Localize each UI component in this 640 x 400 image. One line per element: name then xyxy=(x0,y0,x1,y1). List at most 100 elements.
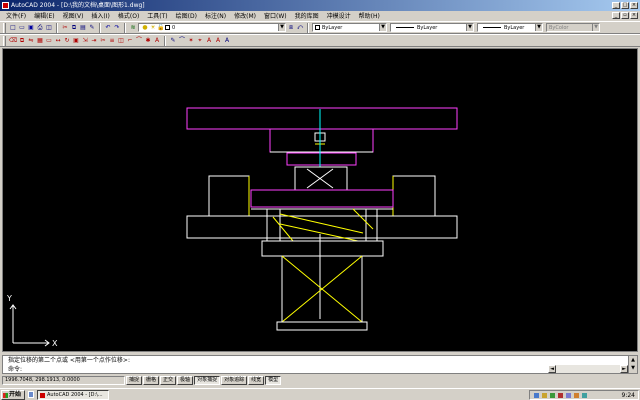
menu-draw[interactable]: 绘图(D) xyxy=(172,12,201,21)
paste-icon[interactable]: ▤ xyxy=(79,23,87,32)
new-icon[interactable]: □ xyxy=(9,23,17,32)
grid-toggle[interactable]: 栅格 xyxy=(143,376,160,385)
center-mark-icon[interactable]: ⌖ xyxy=(196,36,204,45)
menu-view[interactable]: 视图(V) xyxy=(59,12,88,21)
print-icon[interactable]: ⎙ xyxy=(36,23,44,32)
quick-launch-icon[interactable] xyxy=(28,391,34,398)
toolbar-grip[interactable] xyxy=(3,22,6,33)
mtext-icon[interactable]: A xyxy=(214,36,222,45)
menu-window[interactable]: 窗口(W) xyxy=(260,12,291,21)
undo-icon[interactable]: ↶ xyxy=(104,23,112,32)
tray-misc-icon[interactable] xyxy=(574,393,579,398)
tray-messenger-icon[interactable] xyxy=(582,393,587,398)
fillet-icon[interactable]: ⌒ xyxy=(135,36,143,45)
color-dropdown[interactable]: ByLayer ▼ xyxy=(312,23,387,32)
osnap-toggle[interactable]: 对象捕捉 xyxy=(194,376,221,385)
doc-restore-button[interactable]: ▫ xyxy=(621,12,629,19)
erase-icon[interactable]: ⌫ xyxy=(9,36,17,45)
make-layer-current-icon[interactable]: ⧈ xyxy=(287,23,295,32)
match-properties-icon[interactable]: ✎ xyxy=(88,23,96,32)
minimize-button[interactable]: _ xyxy=(612,2,620,9)
move-icon[interactable]: ↔ xyxy=(54,36,62,45)
command-scrollbar[interactable]: ▲ ▼ xyxy=(628,356,637,373)
menu-insert[interactable]: 插入(I) xyxy=(87,12,113,21)
taskbar-clock[interactable]: 9:24 xyxy=(622,391,635,400)
doc-close-button[interactable]: × xyxy=(630,12,638,19)
maximize-button[interactable]: □ xyxy=(621,2,629,9)
lineweight-toggle[interactable]: 线宽 xyxy=(248,376,265,385)
layer-dropdown-arrow[interactable]: ▼ xyxy=(278,24,285,31)
open-folder-icon[interactable]: ▭ xyxy=(18,23,26,32)
model-toggle[interactable]: 模型 xyxy=(265,376,282,385)
command-prompt[interactable]: 命令: xyxy=(8,366,22,374)
menu-modify[interactable]: 修改(M) xyxy=(230,12,260,21)
tray-volume-icon[interactable] xyxy=(542,393,547,398)
drawing-hscroll[interactable]: ◄ ► xyxy=(548,365,628,373)
copy-object-icon[interactable]: ⧉ xyxy=(18,36,26,45)
join-icon[interactable]: ◫ xyxy=(117,36,125,45)
command-window[interactable]: 指定位移的第二个点或 <用第一个点作位移>: 命令: ▲ ▼ xyxy=(2,355,638,374)
toolbar-separator xyxy=(164,35,166,46)
toolbar-grip[interactable] xyxy=(3,35,6,46)
layer-manager-icon[interactable]: ≋ xyxy=(129,23,137,32)
menu-file[interactable]: 文件(F) xyxy=(2,12,30,21)
linetype-dropdown[interactable]: ByLayer ▼ xyxy=(390,23,474,32)
copy-icon[interactable]: ⧉ xyxy=(70,23,78,32)
close-button[interactable]: × xyxy=(630,2,638,9)
edit-text-icon[interactable]: ✎ xyxy=(169,36,177,45)
preview-icon[interactable]: ◫ xyxy=(45,23,53,32)
text-icon[interactable]: A xyxy=(153,36,161,45)
drawing-canvas[interactable]: Y X xyxy=(2,48,638,352)
layer-previous-icon[interactable]: ⤺ xyxy=(296,23,304,32)
text-format-icon[interactable]: A xyxy=(223,36,231,45)
trim-icon[interactable]: ✂ xyxy=(99,36,107,45)
explode-dim-icon[interactable]: ✶ xyxy=(187,36,195,45)
chamfer-icon[interactable]: ⌐ xyxy=(126,36,134,45)
tray-app-icon[interactable] xyxy=(550,393,555,398)
taskbar-autocad-button[interactable]: AutoCAD 2004 - [D:\... xyxy=(37,390,109,400)
plotstyle-dropdown[interactable]: ByColor ▼ xyxy=(546,23,600,32)
break-icon[interactable]: ≡ xyxy=(108,36,116,45)
menu-my-library[interactable]: 我的库图 xyxy=(291,12,323,21)
rotate-icon[interactable]: ↻ xyxy=(63,36,71,45)
start-button[interactable]: 开始 xyxy=(1,390,25,400)
autocad-app-icon[interactable] xyxy=(2,2,9,9)
scroll-track[interactable] xyxy=(556,365,620,373)
lineweight-dropdown[interactable]: ByLayer ▼ xyxy=(477,23,543,32)
save-icon[interactable]: ▣ xyxy=(27,23,35,32)
menu-help[interactable]: 帮助(H) xyxy=(355,12,384,21)
menu-dimension[interactable]: 标注(N) xyxy=(201,12,230,21)
array-icon[interactable]: ▭ xyxy=(45,36,53,45)
menu-die-design[interactable]: 冲模设计 xyxy=(323,12,355,21)
arc-dim-icon[interactable]: ⌒ xyxy=(178,36,186,45)
snap-toggle[interactable]: 捕捉 xyxy=(126,376,143,385)
menu-edit[interactable]: 编辑(E) xyxy=(30,12,58,21)
layer-dropdown[interactable]: ● ☀ 🔓 0 ▼ xyxy=(138,23,286,32)
stretch-icon[interactable]: ⇲ xyxy=(81,36,89,45)
menu-tools[interactable]: 工具(T) xyxy=(143,12,171,21)
extend-icon[interactable]: ⇥ xyxy=(90,36,98,45)
coordinate-readout[interactable]: 1996.7048, 298.1913, 0.0000 xyxy=(2,376,125,385)
scale-icon[interactable]: ▣ xyxy=(72,36,80,45)
mirror-icon[interactable]: ⇋ xyxy=(27,36,35,45)
tray-security-icon[interactable] xyxy=(558,393,563,398)
cut-icon[interactable]: ✂ xyxy=(61,23,69,32)
doc-minimize-button[interactable]: _ xyxy=(612,12,620,19)
standard-toolbar: □ ▭ ▣ ⎙ ◫ ✂ ⧉ ▤ ✎ ↶ ↷ ≋ ● ☀ 🔓 0 ▼ ⧈ ⤺ By… xyxy=(0,21,640,34)
plotstyle-dropdown-arrow[interactable]: ▼ xyxy=(592,24,599,31)
otrack-toggle[interactable]: 对象追踪 xyxy=(221,376,248,385)
menu-format[interactable]: 格式(O) xyxy=(114,12,143,21)
polar-toggle[interactable]: 极轴 xyxy=(177,376,194,385)
explode-icon[interactable]: ✱ xyxy=(144,36,152,45)
lineweight-dropdown-arrow[interactable]: ▼ xyxy=(535,24,542,31)
scroll-left-button[interactable]: ◄ xyxy=(548,365,556,373)
redo-icon[interactable]: ↷ xyxy=(113,23,121,32)
ortho-toggle[interactable]: 正交 xyxy=(160,376,177,385)
tray-ime-icon[interactable] xyxy=(566,393,571,398)
scroll-right-button[interactable]: ► xyxy=(620,365,628,373)
tray-network-icon[interactable] xyxy=(534,393,539,398)
color-dropdown-arrow[interactable]: ▼ xyxy=(379,24,386,31)
text-style-icon[interactable]: A xyxy=(205,36,213,45)
linetype-dropdown-arrow[interactable]: ▼ xyxy=(466,24,473,31)
offset-icon[interactable]: ▦ xyxy=(36,36,44,45)
